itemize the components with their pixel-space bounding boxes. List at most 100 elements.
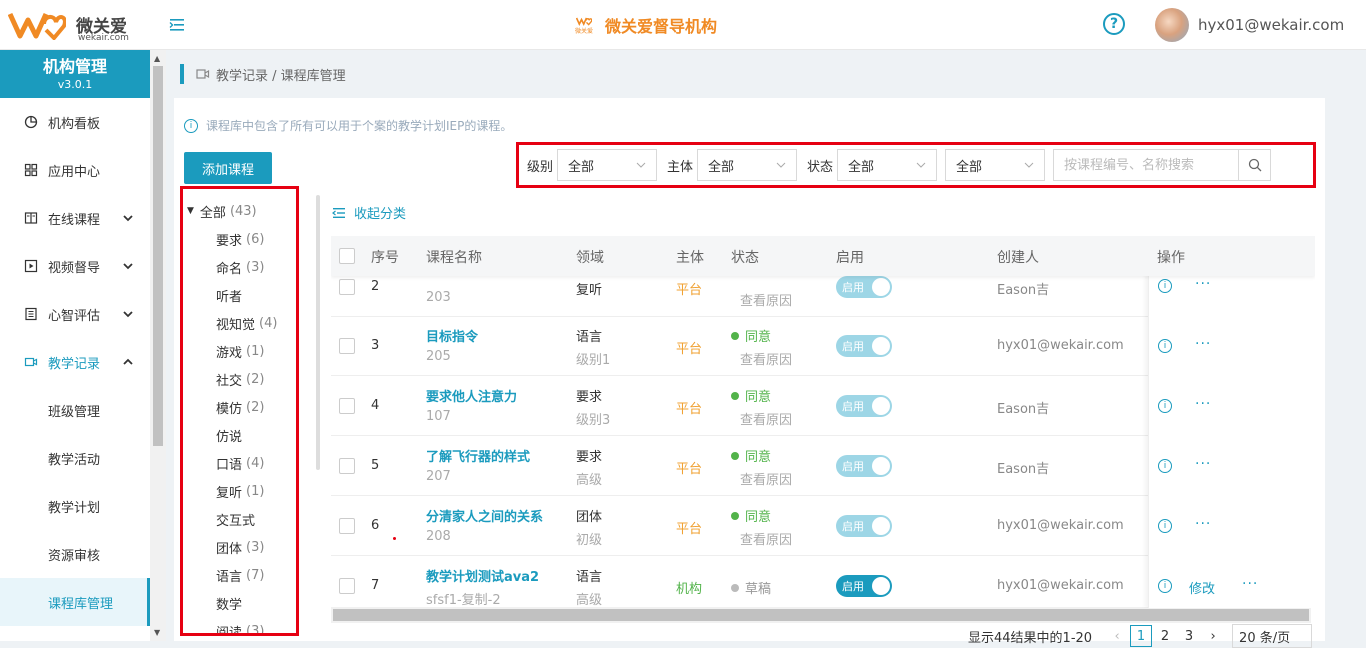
tree-item[interactable]: 仿说 (183, 421, 296, 449)
row-checkbox[interactable] (339, 458, 355, 474)
logo[interactable]: 微关爱 wekair.com (8, 8, 148, 44)
enable-toggle[interactable]: 启用 (836, 335, 892, 357)
enable-toggle[interactable]: 启用 (836, 276, 892, 298)
tree-item[interactable]: 要求 (6) (183, 225, 296, 253)
more-icon[interactable]: ··· (1195, 516, 1211, 532)
table-horizontal-scrollbar[interactable] (331, 607, 1311, 623)
tree-item[interactable]: 社交 (2) (183, 365, 296, 393)
row-reason-link[interactable]: 查看原因 (740, 290, 792, 309)
sidebar-item-apps[interactable]: 应用中心 (0, 146, 150, 194)
scrollbar-thumb[interactable] (153, 66, 163, 446)
tree-item[interactable]: 模仿 (2) (183, 393, 296, 421)
more-icon[interactable]: ··· (1195, 396, 1211, 412)
more-icon[interactable]: ··· (1195, 456, 1211, 472)
caret-down-icon[interactable]: ▼ (187, 206, 194, 216)
page-2[interactable]: 2 (1154, 625, 1176, 647)
row-reason-link[interactable]: 查看原因 (740, 409, 792, 428)
sidebar-item-video-supervision[interactable]: 视频督导 (0, 242, 150, 290)
info-icon[interactable]: i (1158, 459, 1172, 473)
sidebar-item-dashboard[interactable]: 机构看板 (0, 98, 150, 146)
tree-item[interactable]: 数学 (183, 589, 296, 617)
next-page-button[interactable]: › (1202, 625, 1224, 647)
tree-scrollbar[interactable] (316, 195, 320, 470)
tree-item[interactable]: 交互式 (183, 505, 296, 533)
scrollbar-thumb[interactable] (333, 609, 1309, 621)
sidebar-subitem-plan[interactable]: 教学计划 (0, 482, 150, 530)
tree-item-label: 数学 (216, 597, 243, 613)
more-icon[interactable]: ··· (1195, 276, 1211, 292)
row-reason-link[interactable]: 查看原因 (740, 529, 792, 548)
avatar[interactable] (1155, 8, 1189, 42)
extra-select[interactable]: 全部 (945, 149, 1046, 181)
tree-item[interactable]: 口语 (4) (183, 449, 296, 477)
tree-item[interactable]: 游戏 (1) (183, 337, 296, 365)
page-size-select[interactable]: 20 条/页 (1232, 624, 1313, 648)
tree-item-count: (2) (246, 399, 265, 415)
select-all-checkbox[interactable] (339, 248, 355, 264)
more-icon[interactable]: ··· (1242, 576, 1258, 592)
enable-toggle[interactable]: 启用 (836, 575, 892, 597)
toggle-label: 启用 (842, 400, 864, 413)
help-icon[interactable]: ? (1103, 13, 1125, 35)
subject-select[interactable]: 全部 (697, 149, 798, 181)
menu-collapse-icon[interactable] (166, 14, 188, 36)
actions-column: i ··· i ··· i ··· i ··· i ··· i 修改 ··· (1148, 236, 1315, 608)
tree-item[interactable]: 命名 (3) (183, 253, 296, 281)
user-name[interactable]: hyx01@wekair.com (1198, 16, 1344, 34)
scroll-up-icon[interactable]: ▲ (154, 54, 160, 63)
row-checkbox[interactable] (339, 398, 355, 414)
edit-link[interactable]: 修改 (1189, 578, 1215, 597)
search-box (1053, 149, 1272, 181)
row-course-name[interactable]: 了解飞行器的样式 (426, 446, 530, 465)
row-checkbox[interactable] (339, 518, 355, 534)
tree-item[interactable]: 听者 (183, 281, 296, 309)
sidebar-subitem-activity[interactable]: 教学活动 (0, 434, 150, 482)
sidebar-subitem-course-library[interactable]: 课程库管理 (0, 578, 150, 626)
row-level: 高级 (576, 473, 603, 488)
sidebar-scrollbar[interactable]: ▲ ▼ (150, 50, 166, 641)
chevron-down-icon (916, 162, 926, 168)
row-checkbox[interactable] (339, 338, 355, 354)
row-checkbox[interactable] (339, 578, 355, 594)
row-course-name[interactable]: 要求他人注意力 (426, 386, 517, 405)
search-button[interactable] (1238, 150, 1270, 180)
info-icon[interactable]: i (1158, 279, 1172, 293)
tree-item[interactable]: 视知觉 (4) (183, 309, 296, 337)
enable-toggle[interactable]: 启用 (836, 515, 892, 537)
col-actions: 操作 (1157, 250, 1185, 266)
status-select[interactable]: 全部 (837, 149, 938, 181)
row-checkbox[interactable] (339, 279, 355, 295)
info-icon[interactable]: i (1158, 399, 1172, 413)
search-input[interactable] (1054, 150, 1239, 180)
sidebar-item-assessment[interactable]: 心智评估 (0, 290, 150, 338)
add-course-button[interactable]: 添加课程 (184, 152, 272, 184)
prev-page-button[interactable]: ‹ (1106, 625, 1128, 647)
row-reason-link[interactable]: 查看原因 (740, 469, 792, 488)
info-icon[interactable]: i (1158, 339, 1172, 353)
more-icon[interactable]: ··· (1195, 336, 1211, 352)
enable-toggle[interactable]: 启用 (836, 455, 892, 477)
page-1[interactable]: 1 (1130, 625, 1153, 647)
level-select[interactable]: 全部 (557, 149, 658, 181)
info-icon[interactable]: i (1158, 519, 1172, 533)
enable-toggle[interactable]: 启用 (836, 395, 892, 417)
tree-item[interactable]: 语言 (7) (183, 561, 296, 589)
status-label: 状态 (807, 159, 834, 175)
row-reason-link[interactable]: 查看原因 (740, 349, 792, 368)
sidebar-subitem-review[interactable]: 资源审核 (0, 530, 150, 578)
sidebar-subitem-class[interactable]: 班级管理 (0, 386, 150, 434)
row-course-name[interactable]: 教学计划测试ava2 (426, 566, 539, 585)
tree-root[interactable]: ▼ 全部 (43) (183, 197, 296, 225)
tree-item[interactable]: 团体 (3) (183, 533, 296, 561)
row-course-name[interactable]: 目标指令 (426, 326, 478, 345)
sidebar-item-online-course[interactable]: 在线课程 (0, 194, 150, 242)
sidebar-item-teaching-records[interactable]: 教学记录 (0, 338, 150, 386)
row-course-name[interactable]: 分清家人之间的关系 (426, 506, 543, 525)
info-icon[interactable]: i (1158, 579, 1172, 593)
tree-item[interactable]: 阅读 (3) (183, 617, 296, 634)
collapse-category-button[interactable]: 收起分类 (332, 203, 406, 222)
page-3[interactable]: 3 (1178, 625, 1200, 647)
scroll-down-icon[interactable]: ▼ (154, 628, 160, 637)
tree-item[interactable]: 复听 (1) (183, 477, 296, 505)
row-level: 级别1 (576, 353, 611, 368)
